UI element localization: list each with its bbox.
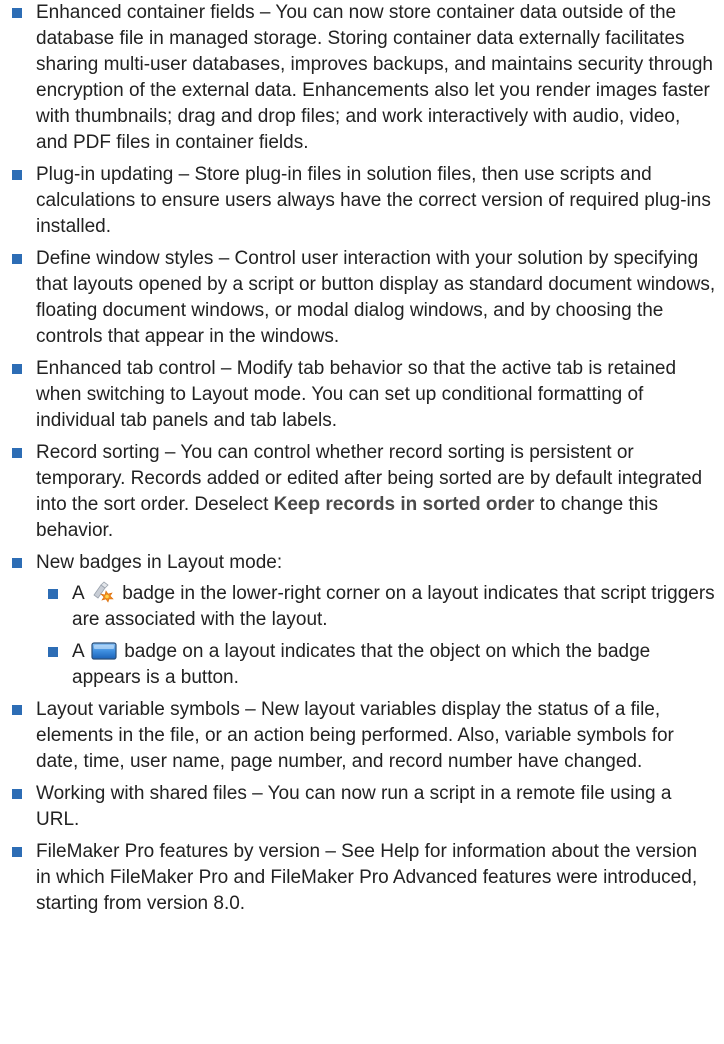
square-bullet-icon [12, 789, 22, 799]
badge-sublist: A badge in the lower-right corner on a l… [36, 581, 716, 691]
list-item: Record sorting – You can control whether… [0, 440, 716, 544]
square-bullet-icon [12, 847, 22, 857]
ui-option-label: Keep records in sorted order [273, 494, 535, 515]
list-item-text: FileMaker Pro features by version – See … [36, 841, 698, 914]
list-item: Layout variable symbols – New layout var… [0, 697, 716, 775]
square-bullet-icon [48, 589, 58, 599]
list-item-text: Plug-in updating – Store plug-in files i… [36, 164, 711, 237]
list-item: Enhanced container fields – You can now … [0, 0, 716, 156]
square-bullet-icon [12, 170, 22, 180]
sublist-item-prefix: A [72, 583, 84, 604]
list-item-text: Enhanced tab control – Modify tab behavi… [36, 358, 677, 431]
sublist-item-text: badge in the lower-right corner on a lay… [72, 583, 715, 630]
list-item: Define window styles – Control user inte… [0, 246, 716, 350]
list-item-text: Define window styles – Control user inte… [36, 248, 716, 347]
square-bullet-icon [12, 448, 22, 458]
square-bullet-icon [12, 254, 22, 264]
square-bullet-icon [48, 647, 58, 657]
square-bullet-icon [12, 8, 22, 18]
list-item: Plug-in updating – Store plug-in files i… [0, 162, 716, 240]
list-item: New badges in Layout mode: A badge in th… [0, 550, 716, 691]
list-item: FileMaker Pro features by version – See … [0, 839, 716, 917]
list-item-text: New badges in Layout mode: [36, 552, 283, 573]
script-trigger-badge-icon [93, 581, 114, 603]
list-item-text: Layout variable symbols – New layout var… [36, 699, 674, 772]
square-bullet-icon [12, 705, 22, 715]
document-page: Enhanced container fields – You can now … [0, 0, 724, 923]
sublist-item: A badge on a layout indicates that the o… [36, 639, 716, 691]
square-bullet-icon [12, 364, 22, 374]
list-item-text: Enhanced container fields – You can now … [36, 2, 713, 153]
sublist-item-text: badge on a layout indicates that the obj… [72, 641, 651, 688]
list-item-text: Working with shared files – You can now … [36, 783, 672, 830]
square-bullet-icon [12, 558, 22, 568]
list-item: Working with shared files – You can now … [0, 781, 716, 833]
button-badge-icon [91, 642, 117, 660]
feature-list: Enhanced container fields – You can now … [0, 0, 724, 917]
list-item: Enhanced tab control – Modify tab behavi… [0, 356, 716, 434]
sublist-item: A badge in the lower-right corner on a l… [36, 581, 716, 633]
sublist-item-prefix: A [72, 641, 84, 662]
